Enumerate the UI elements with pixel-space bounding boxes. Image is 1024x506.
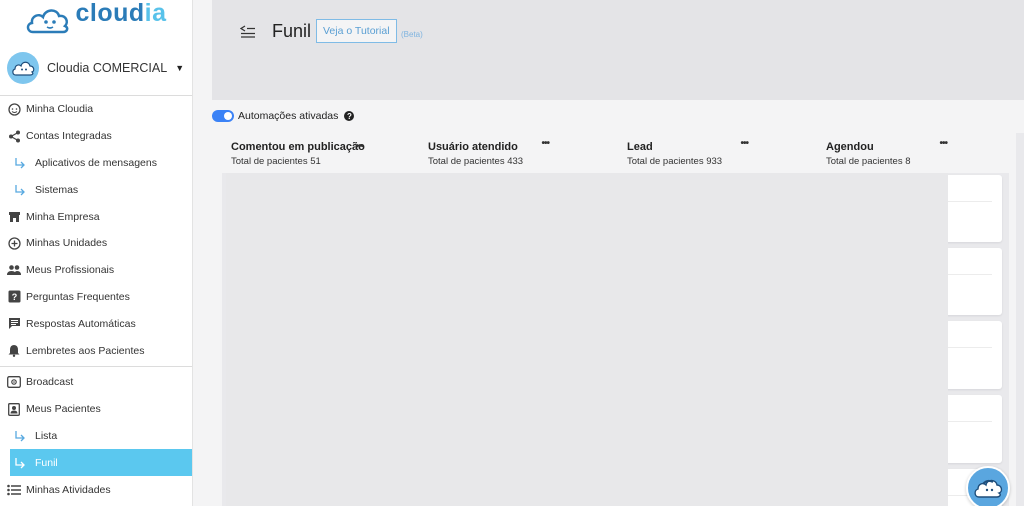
sub-arrow-icon bbox=[13, 456, 27, 470]
contact-card-icon bbox=[7, 402, 21, 416]
chat-assistant-button[interactable] bbox=[966, 466, 1010, 506]
logo-text-main: cloud bbox=[75, 0, 145, 27]
cloud-mascot-icon bbox=[27, 9, 69, 34]
sidebar-item-sistemas[interactable]: Sistemas bbox=[0, 176, 192, 203]
people-icon bbox=[7, 263, 21, 277]
collapse-menu-icon[interactable] bbox=[240, 24, 256, 38]
more-options-icon[interactable]: ••• bbox=[939, 138, 947, 149]
column-title: Usuário atendido bbox=[428, 141, 518, 153]
sidebar-item-label: Minha Empresa bbox=[26, 210, 100, 223]
sidebar-item-meus-profissionais[interactable]: Meus Profissionais bbox=[0, 257, 192, 284]
column-title: Lead bbox=[627, 141, 653, 153]
account-avatar bbox=[7, 51, 39, 84]
sidebar-item-funil[interactable]: Funil bbox=[10, 449, 192, 477]
sidebar-item-label: Sistemas bbox=[35, 183, 79, 196]
broadcast-icon bbox=[7, 375, 21, 389]
account-selector[interactable]: Cloudia COMERCIAL ▼ bbox=[0, 40, 192, 96]
sidebar-item-label: Lembretes aos Pacientes bbox=[26, 344, 145, 357]
sub-arrow-icon bbox=[13, 183, 27, 197]
column-total: Total de pacientes 433 bbox=[428, 156, 524, 167]
sidebar-menu: Minha Cloudia Contas Integradas Aplicati… bbox=[0, 96, 192, 503]
sidebar-item-minhas-atividades[interactable]: Minhas Atividades bbox=[0, 476, 192, 503]
sidebar-item-label: Contas Integradas bbox=[26, 130, 112, 143]
column-header: Usuário atendido Total de pacientes 433 … bbox=[419, 133, 611, 173]
automation-row: Automações ativadas ? bbox=[212, 110, 355, 122]
column-header: Comentou em publicação Total de paciente… bbox=[222, 133, 414, 173]
sidebar-item-label: Respostas Automáticas bbox=[26, 317, 136, 330]
cloud-mascot-icon bbox=[12, 61, 35, 76]
column-header: Lead Total de pacientes 933 ••• bbox=[618, 133, 810, 173]
store-icon bbox=[7, 210, 21, 224]
sidebar-item-label: Minha Cloudia bbox=[26, 103, 94, 116]
account-name: Cloudia COMERCIAL bbox=[47, 60, 168, 75]
automation-toggle[interactable] bbox=[212, 110, 234, 122]
column-total: Total de pacientes 933 bbox=[627, 156, 723, 167]
automation-label: Automações ativadas bbox=[238, 110, 339, 122]
caret-down-icon[interactable]: ▼ bbox=[175, 63, 184, 73]
help-icon[interactable]: ? bbox=[344, 111, 355, 121]
sidebar-item-minhas-unidades[interactable]: Minhas Unidades bbox=[0, 230, 192, 257]
funnel-column bbox=[1016, 133, 1024, 506]
column-total: Total de pacientes 51 bbox=[231, 156, 321, 167]
message-icon bbox=[7, 317, 21, 331]
sub-arrow-icon bbox=[13, 429, 27, 443]
sidebar-item-perguntas[interactable]: ? Perguntas Frequentes bbox=[0, 284, 192, 311]
sidebar-item-label: Minhas Atividades bbox=[26, 483, 111, 496]
sidebar-item-aplicativos[interactable]: Aplicativos de mensagens bbox=[0, 150, 192, 177]
sidebar-item-minha-cloudia[interactable]: Minha Cloudia bbox=[0, 96, 192, 123]
sidebar-divider bbox=[0, 365, 192, 367]
sidebar-item-label: Lista bbox=[35, 429, 58, 442]
question-icon: ? bbox=[7, 290, 21, 304]
column-title: Agendou bbox=[826, 141, 874, 153]
list-icon bbox=[7, 483, 21, 497]
sidebar-item-broadcast[interactable]: Broadcast bbox=[0, 369, 192, 396]
sidebar-item-label: Meus Pacientes bbox=[26, 403, 101, 416]
column-header: Agendou Total de pacientes 8 ••• bbox=[817, 133, 1009, 173]
beta-label: (Beta) bbox=[401, 30, 423, 39]
sidebar-item-respostas[interactable]: Respostas Automáticas bbox=[0, 310, 192, 337]
loading-placeholder bbox=[226, 173, 948, 506]
sidebar-item-lista[interactable]: Lista bbox=[0, 423, 192, 450]
sidebar-item-minha-empresa[interactable]: Minha Empresa bbox=[0, 203, 192, 230]
share-icon bbox=[7, 129, 21, 143]
bell-icon bbox=[7, 344, 21, 358]
sidebar: cloudia Cloudia COMERCIAL ▼ Minha Cloudi… bbox=[0, 0, 193, 506]
sidebar-item-label: Aplicativos de mensagens bbox=[35, 156, 157, 169]
more-options-icon[interactable]: ••• bbox=[355, 141, 363, 152]
face-icon bbox=[7, 102, 21, 116]
sidebar-item-lembretes[interactable]: Lembretes aos Pacientes bbox=[0, 337, 192, 364]
page-title: Funil bbox=[272, 21, 312, 41]
column-total: Total de pacientes 8 bbox=[826, 156, 911, 167]
sidebar-item-label: Minhas Unidades bbox=[26, 237, 108, 250]
sidebar-item-meus-pacientes[interactable]: Meus Pacientes bbox=[0, 396, 192, 423]
sidebar-item-label: Broadcast bbox=[26, 376, 74, 389]
logo-text: cloudia bbox=[75, 0, 166, 28]
sidebar-item-label: Meus Profissionais bbox=[26, 264, 115, 277]
svg-text:?: ? bbox=[11, 292, 17, 302]
column-title: Comentou em publicação bbox=[231, 141, 365, 153]
add-circle-icon bbox=[7, 236, 21, 250]
more-options-icon[interactable]: ••• bbox=[541, 138, 549, 149]
sidebar-item-label: Perguntas Frequentes bbox=[26, 290, 130, 303]
logo-text-accent: ia bbox=[144, 0, 167, 27]
cloudia-logo[interactable]: cloudia bbox=[0, 0, 192, 40]
sub-arrow-icon bbox=[13, 156, 27, 170]
more-options-icon[interactable]: ••• bbox=[740, 138, 748, 149]
sidebar-item-contas-integradas[interactable]: Contas Integradas bbox=[0, 123, 192, 150]
page-header: Funil Veja o Tutorial (Beta) bbox=[212, 0, 1024, 100]
cloud-mascot-icon bbox=[974, 479, 1003, 498]
tutorial-button[interactable]: Veja o Tutorial bbox=[316, 19, 397, 43]
sidebar-item-label: Funil bbox=[35, 456, 58, 469]
